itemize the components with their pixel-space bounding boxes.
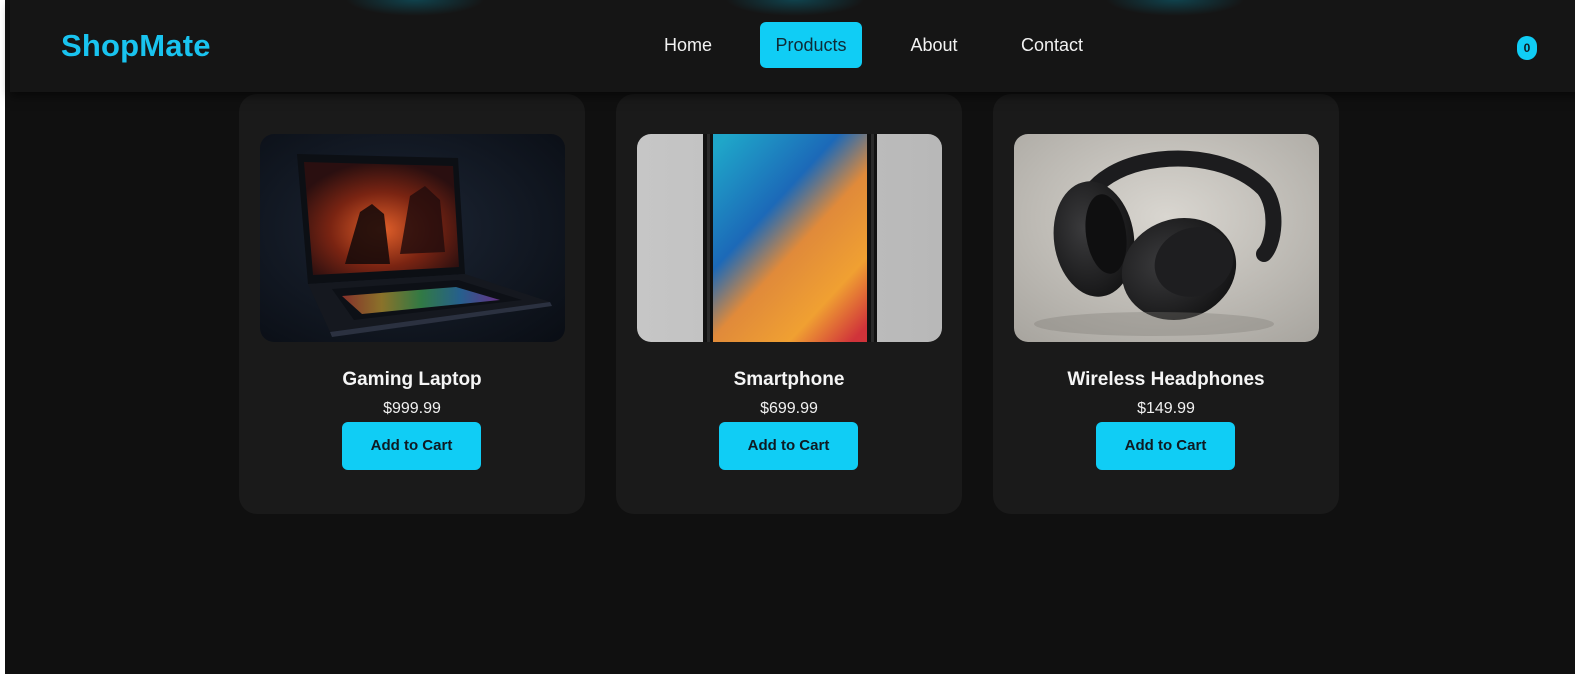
headphones-image <box>1014 134 1319 342</box>
product-price: $699.99 <box>760 400 818 417</box>
add-to-cart-button[interactable]: Add to Cart <box>342 422 481 470</box>
header-glow <box>1105 0 1245 16</box>
nav-home[interactable]: Home <box>648 22 728 68</box>
product-card: Gaming Laptop $999.99 Add to Cart <box>239 94 585 514</box>
product-name: Smartphone <box>733 369 845 390</box>
nav-about[interactable]: About <box>894 22 974 68</box>
product-name: Gaming Laptop <box>342 369 482 390</box>
cart-count-badge[interactable]: 0 <box>1517 36 1537 60</box>
add-to-cart-button[interactable]: Add to Cart <box>719 422 858 470</box>
page: ShopMate Home Products About Contact 0 G… <box>0 0 1575 674</box>
nav-contact[interactable]: Contact <box>1007 22 1097 68</box>
add-to-cart-button[interactable]: Add to Cart <box>1096 422 1235 470</box>
site-header: ShopMate Home Products About Contact 0 <box>10 0 1575 92</box>
gaming-laptop-image <box>260 134 565 342</box>
header-glow <box>725 0 865 16</box>
nav-products[interactable]: Products <box>760 22 862 68</box>
product-card: Smartphone $699.99 Add to Cart <box>616 94 962 514</box>
gaming-laptop-illustration <box>260 134 565 342</box>
product-price: $149.99 <box>1137 400 1195 417</box>
headphones-illustration <box>1014 134 1319 342</box>
header-glow <box>345 0 485 16</box>
product-name: Wireless Headphones <box>1067 369 1265 390</box>
site-logo[interactable]: ShopMate <box>61 28 211 64</box>
product-price: $999.99 <box>383 400 441 417</box>
smartphone-image <box>637 134 942 342</box>
product-card: Wireless Headphones $149.99 Add to Cart <box>993 94 1339 514</box>
smartphone-illustration <box>637 134 942 342</box>
